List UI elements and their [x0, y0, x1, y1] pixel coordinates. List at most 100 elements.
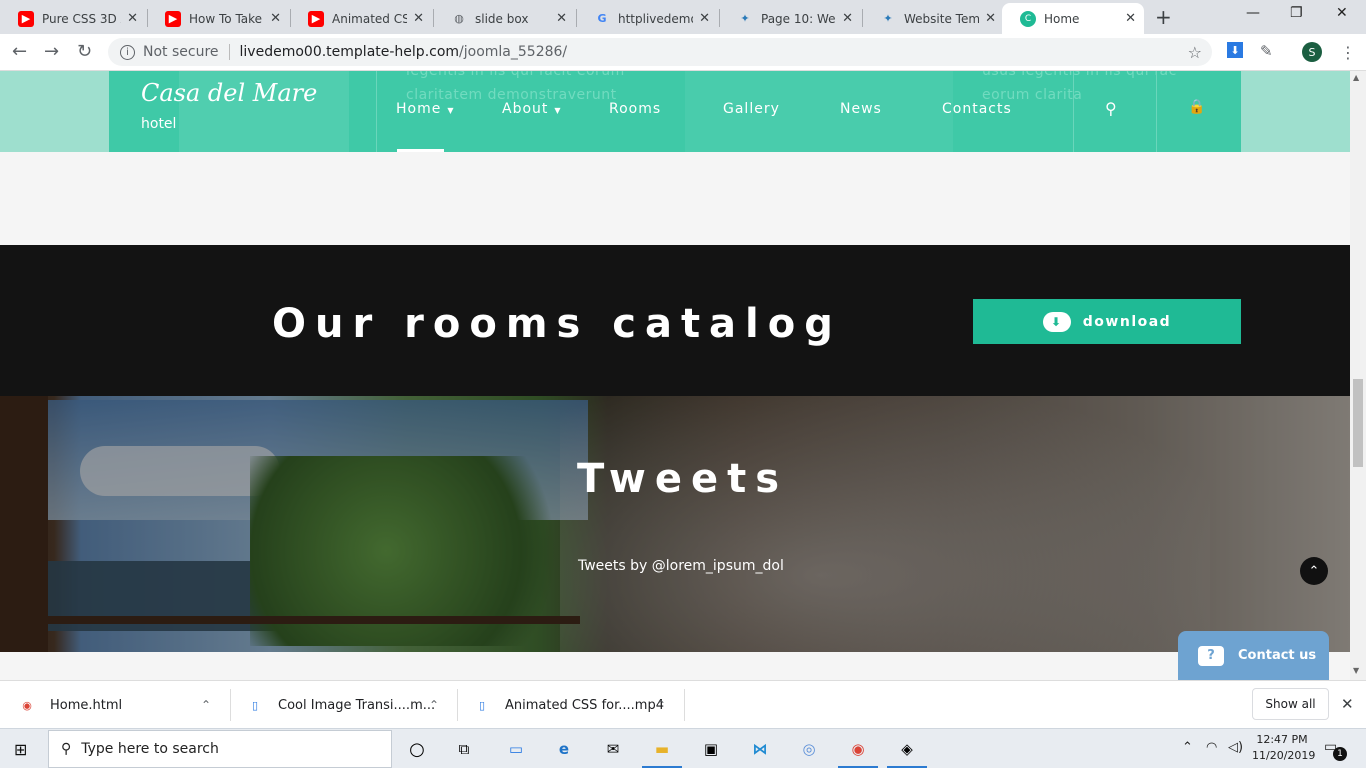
photos-icon[interactable]: ◈: [895, 737, 919, 761]
volume-icon[interactable]: ◁): [1228, 740, 1243, 755]
divider: [1073, 71, 1074, 152]
download-item[interactable]: ▯ Animated CSS for....mp4 ⌃: [475, 681, 675, 729]
edge-icon[interactable]: e: [552, 737, 576, 761]
tab-httplivedemo[interactable]: G httplivedemo0 ✕: [576, 3, 718, 34]
cortana-icon[interactable]: ○: [405, 737, 429, 761]
avatar[interactable]: S: [1302, 42, 1322, 62]
windows-start-icon[interactable]: ⊞: [14, 740, 27, 759]
notifications-icon[interactable]: ▭ 1: [1324, 739, 1347, 761]
download-item[interactable]: ▯ Cool Image Transi....m... ⌃: [248, 681, 448, 729]
download-button[interactable]: ⬇ download: [973, 299, 1241, 344]
ghost-text: usus legentis in iis qui fac: [982, 71, 1177, 79]
overlay-shade: [0, 396, 1350, 652]
chrome-icon[interactable]: ◉: [846, 737, 870, 761]
nav-news[interactable]: News: [840, 101, 882, 117]
nav-about[interactable]: About ▼: [502, 101, 562, 117]
tab-slide-box[interactable]: ◍ slide box ✕: [433, 3, 575, 34]
download-label: download: [1082, 313, 1172, 330]
chevron-up-icon[interactable]: ⌃: [429, 698, 439, 712]
back-icon[interactable]: ←: [12, 41, 27, 62]
chevron-up-icon[interactable]: ⌃: [201, 698, 211, 712]
url-host: livedemo00.template-help.com: [239, 44, 460, 60]
system-clock[interactable]: 12:47 PM 11/20/2019: [1252, 732, 1315, 764]
store-icon[interactable]: ▣: [699, 737, 723, 761]
tab-title: Website Templ: [904, 11, 980, 26]
cloud-download-icon: ⬇: [1042, 311, 1071, 332]
vscode-icon[interactable]: ⋈: [748, 737, 772, 761]
page-viewport: legentis in iis qui facit eorum claritat…: [0, 71, 1350, 680]
nav-home[interactable]: Home ▼: [396, 101, 455, 117]
tweets-link[interactable]: Tweets by @lorem_ipsum_dol: [578, 558, 784, 574]
taskbar-search-input[interactable]: ⚲ Type here to search: [48, 730, 392, 768]
catalog-heading: Our rooms catalog: [272, 301, 842, 347]
close-icon[interactable]: ✕: [413, 11, 424, 26]
nav-rooms[interactable]: Rooms: [609, 101, 661, 117]
forward-icon[interactable]: →: [44, 41, 59, 62]
chevron-up-icon[interactable]: ⌃: [656, 698, 666, 712]
browser-toolbar: ← → ↻ i Not secure livedemo00.template-h…: [0, 34, 1366, 71]
menu-kebab-icon[interactable]: ⋮: [1340, 43, 1356, 62]
tab-website-templ[interactable]: ✦ Website Templ ✕: [862, 3, 1004, 34]
task-view-icon[interactable]: ⧉: [452, 737, 476, 761]
site-icon: C: [1020, 10, 1036, 27]
wifi-icon[interactable]: ◠: [1206, 740, 1217, 755]
reload-icon[interactable]: ↻: [77, 41, 92, 62]
bookmark-star-icon[interactable]: ☆: [1188, 43, 1202, 62]
close-icon[interactable]: ✕: [556, 11, 567, 26]
window-close-icon[interactable]: ✕: [1336, 5, 1348, 21]
nav-label: Home: [396, 101, 442, 117]
tab-title: Animated CSS: [332, 11, 408, 26]
close-icon[interactable]: ✕: [127, 11, 138, 26]
divider: [457, 689, 458, 721]
security-label: Not secure: [143, 44, 219, 60]
tweets-section: Tweets Tweets by @lorem_ipsum_dol ⌃: [0, 396, 1350, 652]
lock-icon[interactable]: 🔒: [1188, 99, 1205, 115]
eyedropper-icon[interactable]: ✎: [1260, 42, 1273, 60]
network-pc-icon[interactable]: ▭: [504, 737, 528, 761]
nav-label: Gallery: [723, 101, 780, 117]
nav-contacts[interactable]: Contacts: [942, 101, 1012, 117]
active-nav-indicator: [397, 149, 444, 152]
tab-page-10[interactable]: ✦ Page 10: Webs ✕: [719, 3, 861, 34]
globe-icon: ◍: [454, 12, 464, 25]
page-scrollbar[interactable]: ▲ ▼: [1350, 71, 1366, 680]
close-icon[interactable]: ✕: [1341, 695, 1354, 713]
info-icon[interactable]: i: [120, 44, 135, 60]
download-extension-icon[interactable]: ⬇: [1227, 42, 1243, 58]
minimize-icon[interactable]: —: [1246, 5, 1260, 21]
scroll-up-icon[interactable]: ▲: [1353, 73, 1359, 82]
close-icon[interactable]: ✕: [270, 11, 281, 26]
show-all-button[interactable]: Show all: [1252, 688, 1329, 720]
tab-animated-css[interactable]: ▶ Animated CSS ✕: [290, 3, 432, 34]
scroll-to-top-icon[interactable]: ⌃: [1300, 557, 1328, 585]
search-icon[interactable]: ⚲: [1105, 99, 1117, 118]
close-icon[interactable]: ✕: [1125, 11, 1136, 26]
nav-gallery[interactable]: Gallery: [723, 101, 780, 117]
address-bar[interactable]: i Not secure livedemo00.template-help.co…: [108, 38, 1212, 66]
file-explorer-icon[interactable]: ▬: [650, 737, 674, 761]
close-icon[interactable]: ✕: [699, 11, 710, 26]
tab-home[interactable]: C Home ✕: [1002, 3, 1144, 34]
chromium-icon[interactable]: ◎: [797, 737, 821, 761]
scroll-down-icon[interactable]: ▼: [1353, 666, 1359, 675]
new-tab-icon[interactable]: +: [1155, 5, 1172, 29]
contact-label: Contact us: [1238, 648, 1317, 663]
contact-us-button[interactable]: ? Contact us: [1178, 631, 1329, 680]
scrollbar-thumb[interactable]: [1353, 379, 1363, 467]
nav-label: Contacts: [942, 101, 1012, 117]
download-filename: Animated CSS for....mp4: [505, 697, 664, 713]
youtube-icon: ▶: [308, 10, 324, 27]
tab-pure-css[interactable]: ▶ Pure CSS 3D A ✕: [0, 3, 146, 34]
chevron-up-icon[interactable]: ⌃: [1182, 740, 1193, 755]
site-logo[interactable]: Casa del Mare: [141, 79, 317, 107]
download-filename: Home.html: [50, 697, 123, 713]
download-item[interactable]: ◉ Home.html ⌃: [20, 681, 220, 729]
site-header: legentis in iis qui facit eorum claritat…: [0, 71, 1350, 152]
tab-title: Pure CSS 3D A: [42, 11, 122, 26]
maximize-icon[interactable]: ❐: [1290, 5, 1303, 21]
close-icon[interactable]: ✕: [842, 11, 853, 26]
close-icon[interactable]: ✕: [985, 11, 996, 26]
mail-icon[interactable]: ✉: [601, 737, 625, 761]
tab-how-to-take[interactable]: ▶ How To Take A ✕: [147, 3, 289, 34]
file-icon: ▯: [251, 698, 259, 712]
